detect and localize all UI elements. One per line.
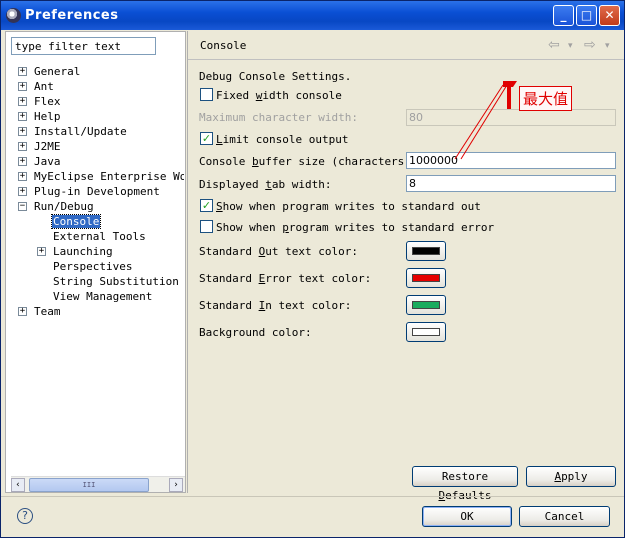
tree-item-label: Perspectives (53, 260, 133, 273)
tree-item-perspectives[interactable]: Perspectives (53, 259, 132, 274)
tree-item-external-tools[interactable]: External Tools (53, 229, 146, 244)
tree-item-string-substitution[interactable]: String Substitution (53, 274, 179, 289)
bg-color-swatch (412, 328, 440, 336)
apply-button[interactable]: Apply (526, 466, 616, 487)
tree-item-view-management[interactable]: View Management (53, 289, 152, 304)
tree-item-label: MyEclipse Enterprise Work (34, 170, 184, 183)
expand-icon[interactable]: + (18, 172, 27, 181)
bg-color-button[interactable] (406, 322, 446, 342)
back-dropdown-icon[interactable]: ▾ (568, 41, 573, 51)
limit-output-label[interactable]: Limit console output (216, 133, 348, 146)
err-color-label: Standard Error text color: (199, 272, 372, 285)
scroll-thumb[interactable]: III (29, 478, 149, 492)
section-heading: Debug Console Settings. (199, 70, 352, 83)
annotation-marker (503, 81, 517, 109)
expand-icon[interactable]: + (18, 97, 27, 106)
in-color-label: Standard In text color: (199, 299, 352, 312)
fixed-width-checkbox[interactable] (200, 88, 213, 101)
cancel-button[interactable]: Cancel (519, 506, 610, 527)
tree-item-label: Team (34, 305, 61, 318)
forward-arrow-icon[interactable]: ⇨ (584, 37, 596, 53)
tree-item-label: Flex (34, 95, 61, 108)
restore-defaults-button[interactable]: Restore Defaults (412, 466, 518, 502)
tree-item-label: String Substitution (53, 275, 179, 288)
horizontal-scrollbar[interactable]: ‹ III › (11, 476, 185, 492)
pane-splitter[interactable] (187, 31, 188, 493)
limit-output-checkbox[interactable]: ✓ (200, 132, 213, 145)
help-icon[interactable]: ? (17, 508, 33, 524)
max-width-label: Maximum character width: (199, 111, 358, 124)
tree-item-label: Run/Debug (34, 200, 94, 213)
annotation-arrows (454, 81, 517, 160)
preference-tree-pane: + General + Ant + Flex + Help + Install/… (5, 31, 186, 493)
annotation-label: 最大值 (519, 86, 573, 111)
page-header: Console ⇦ ▾ ⇨ ▾ (188, 31, 624, 60)
fixed-width-label[interactable]: Fixed width console (216, 89, 342, 102)
tree-item-label: Ant (34, 80, 54, 93)
tree-item-label: Launching (53, 245, 113, 258)
scroll-left-icon[interactable]: ‹ (11, 478, 25, 492)
show-err-checkbox[interactable] (200, 220, 213, 233)
forward-dropdown-icon[interactable]: ▾ (605, 41, 610, 51)
ok-button[interactable]: OK (422, 506, 512, 527)
maximize-button[interactable]: □ (576, 5, 597, 26)
expand-icon[interactable]: + (18, 112, 27, 121)
eclipse-icon (6, 8, 21, 23)
tree-item-label: J2ME (34, 140, 61, 153)
tree-item-label: View Management (53, 290, 153, 303)
close-button[interactable]: ✕ (599, 5, 620, 26)
tree-item-label: External Tools (53, 230, 146, 243)
expand-icon[interactable]: + (18, 157, 27, 166)
in-color-swatch (412, 301, 440, 309)
tree-item-myeclipse[interactable]: + MyEclipse Enterprise Work (18, 169, 184, 184)
show-out-checkbox[interactable]: ✓ (200, 199, 213, 212)
minimize-button[interactable]: _ (553, 5, 574, 26)
out-color-button[interactable] (406, 241, 446, 261)
err-color-swatch (412, 274, 440, 282)
in-color-button[interactable] (406, 295, 446, 315)
window-title: Preferences (25, 8, 119, 23)
footer-separator (1, 496, 624, 497)
tree-item-label: Install/Update (34, 125, 127, 138)
expand-icon[interactable]: + (18, 127, 27, 136)
filter-input[interactable] (11, 37, 156, 55)
out-color-swatch (412, 247, 440, 255)
back-arrow-icon[interactable]: ⇦ (548, 37, 560, 53)
tree-item-label: Console (50, 214, 102, 229)
tree-item-label: Java (34, 155, 61, 168)
preferences-window: Preferences _ □ ✕ + General + Ant + Flex… (0, 0, 625, 538)
expand-icon[interactable]: + (18, 307, 27, 316)
expand-icon[interactable]: + (18, 82, 27, 91)
err-color-button[interactable] (406, 268, 446, 288)
title-bar[interactable]: Preferences _ □ ✕ (1, 1, 624, 30)
buffer-size-label: Console buffer size (characters): (199, 155, 418, 168)
tree-item-label: Help (34, 110, 61, 123)
annotation-arrow-line (460, 84, 508, 160)
expand-icon[interactable]: + (37, 247, 46, 256)
annotation-arrow-line (454, 84, 504, 160)
expand-icon[interactable]: + (18, 67, 27, 76)
expand-icon[interactable]: + (18, 187, 27, 196)
out-color-label: Standard Out text color: (199, 245, 358, 258)
expand-icon[interactable]: + (18, 142, 27, 151)
show-err-label[interactable]: Show when program writes to standard err… (216, 221, 494, 234)
page-title: Console (200, 39, 247, 52)
show-out-label[interactable]: Show when program writes to standard out (216, 200, 481, 213)
bg-color-label: Background color: (199, 326, 312, 339)
scroll-right-icon[interactable]: › (169, 478, 183, 492)
tree-item-console[interactable]: Console (50, 214, 102, 229)
collapse-icon[interactable]: − (18, 202, 27, 211)
tree-item-label: Plug-in Development (34, 185, 160, 198)
tab-width-label: Displayed tab width: (199, 178, 332, 191)
tree-item-label: General (34, 65, 81, 78)
